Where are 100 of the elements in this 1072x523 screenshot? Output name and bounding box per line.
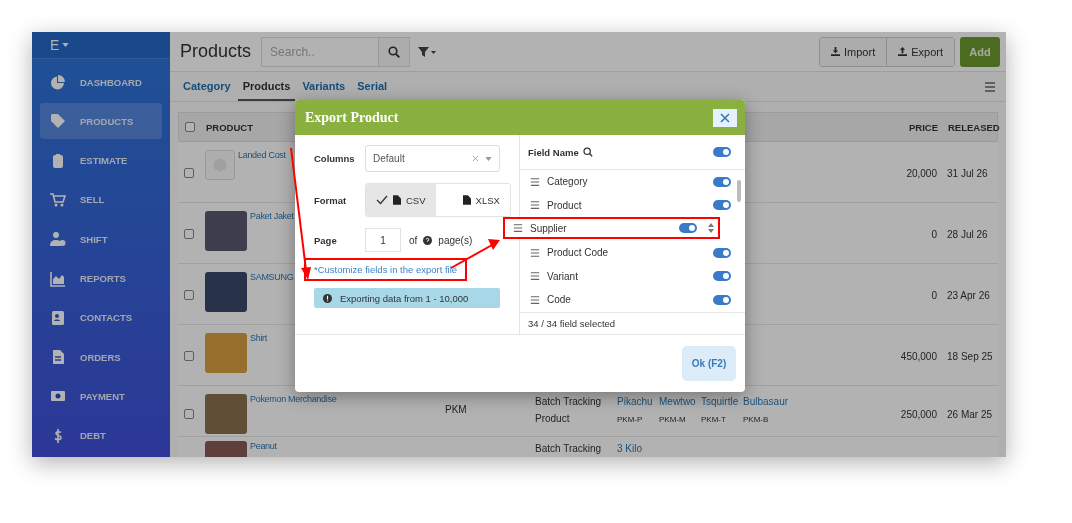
export-button[interactable]: Export (886, 37, 954, 66)
sidebar-item[interactable]: CONTACTS (40, 299, 162, 336)
field-name: Category (547, 176, 589, 188)
upload-icon (898, 47, 908, 56)
field-label: Page (314, 234, 338, 246)
product-link[interactable]: Pokemon Merchandise (250, 394, 337, 434)
caret-icon (62, 43, 70, 47)
product-link[interactable]: SAMSUNG (250, 272, 294, 312)
caret-icon (485, 156, 492, 161)
variant-link[interactable]: Mewtwo (659, 396, 701, 407)
field-name: Code (547, 294, 572, 306)
photo-placeholder (205, 333, 247, 373)
variant-code: PKM-P (617, 414, 644, 424)
checkbox[interactable] (184, 168, 194, 178)
toggle-switch[interactable] (713, 294, 731, 305)
variant-link[interactable]: Tsquirtle (701, 396, 743, 407)
tab[interactable]: Variants (297, 72, 351, 101)
checkbox[interactable] (184, 290, 194, 300)
brand-menu[interactable]: E (50, 37, 70, 53)
tab[interactable]: Category (178, 72, 236, 101)
import-button[interactable]: Import (820, 37, 887, 66)
variant-link[interactable]: 3 Kilo (617, 443, 659, 454)
sidebar-item[interactable]: ESTIMATE (40, 142, 162, 179)
toggle-switch[interactable] (713, 271, 731, 282)
clipboard-icon (50, 152, 66, 169)
product-link[interactable]: Peanut (250, 441, 277, 457)
add-button[interactable]: Add (960, 36, 1000, 67)
field-name: Supplier (530, 222, 568, 234)
detail-label: Product (535, 413, 571, 424)
sidebar-item[interactable]: REPORTS (40, 260, 162, 297)
format-option[interactable]: CSV (366, 184, 436, 216)
variant-code: PKM-B (743, 414, 770, 424)
info-banner: Exporting data from 1 - 10,000 (314, 288, 500, 308)
field-name: Product (547, 199, 583, 211)
column-header: PRICE (907, 121, 938, 133)
sidebar-item[interactable]: SELL (40, 181, 162, 218)
toggle-switch[interactable] (713, 176, 731, 187)
sidebar-item[interactable]: SHIFT (40, 221, 162, 258)
info-icon (323, 293, 332, 303)
checkbox[interactable] (184, 409, 194, 419)
search-icon (388, 45, 401, 58)
person-clock-icon (50, 231, 66, 248)
field-label: Format (314, 194, 348, 206)
selection-summary: 34 / 34 field selected (520, 312, 745, 334)
checkbox[interactable] (184, 229, 194, 239)
dragged-field-row[interactable]: Supplier (503, 217, 720, 240)
sort-arrows-icon[interactable] (708, 222, 714, 235)
drag-handle-icon (530, 247, 540, 258)
price-cell-text: 0 (930, 289, 937, 301)
columns-select[interactable]: Default (365, 145, 500, 172)
cart-icon (50, 191, 66, 208)
checkbox[interactable] (185, 122, 195, 132)
clear-icon (472, 155, 479, 162)
document-icon (50, 349, 66, 366)
toggle-switch[interactable] (713, 147, 731, 157)
customize-link[interactable]: *Customize fields in the export file (304, 258, 468, 281)
detail-label: Batch Tracking (535, 443, 603, 454)
sidebar-item[interactable]: PAYMENT (40, 378, 162, 415)
price-cell-text: 0 (930, 228, 937, 240)
date-cell-text: 26 Mar 25 (946, 408, 994, 420)
chart-icon (50, 270, 66, 287)
file-icon (393, 195, 401, 205)
pie-chart-icon (50, 74, 66, 91)
toggle-switch[interactable] (713, 200, 731, 211)
close-button[interactable] (713, 108, 737, 127)
photo-placeholder (205, 211, 247, 251)
checkbox[interactable] (184, 351, 194, 361)
toggle-switch[interactable] (713, 247, 731, 258)
product-link[interactable]: Paket Jaket (250, 211, 294, 251)
date-cell-text: 23 Apr 26 (946, 289, 991, 301)
drag-handle-icon (530, 200, 540, 211)
sidebar-item[interactable]: DEBT (40, 417, 162, 454)
dialog-title: Export Product (305, 109, 399, 126)
date-cell-text: 31 Jul 26 (946, 167, 989, 179)
toggle-switch[interactable] (679, 223, 697, 234)
filter-icon[interactable] (418, 46, 437, 57)
sidebar-item[interactable]: ORDERS (40, 339, 162, 376)
tab[interactable]: Products (237, 72, 296, 101)
field-name: Product Code (547, 247, 610, 259)
menu-icon[interactable] (984, 80, 996, 93)
product-link[interactable]: Landed Cost (238, 150, 286, 180)
date-cell-text: 28 Jul 26 (946, 228, 989, 240)
tab[interactable]: Serial (352, 72, 393, 101)
drag-handle-icon (530, 294, 540, 305)
page-input[interactable]: 1 (365, 228, 401, 252)
price-cell-text: 250,000 (899, 408, 937, 420)
search-field[interactable]: Search.. (261, 36, 380, 67)
photo-placeholder (205, 394, 247, 434)
ok-button[interactable]: Ok (F2) (682, 346, 736, 381)
search-icon[interactable] (582, 147, 593, 157)
sidebar-item[interactable]: DASHBOARD (40, 64, 162, 101)
drag-handle-icon (530, 176, 540, 187)
drag-handle-icon (513, 223, 523, 234)
product-link[interactable]: Shirt (250, 333, 267, 373)
pages-label: page(s) (438, 234, 473, 246)
field-name: Variant (547, 270, 579, 282)
variant-link[interactable]: Pikachu (617, 396, 659, 407)
tag-icon (50, 113, 66, 130)
column-header: Field Name (528, 146, 579, 158)
search-button[interactable] (379, 36, 411, 67)
